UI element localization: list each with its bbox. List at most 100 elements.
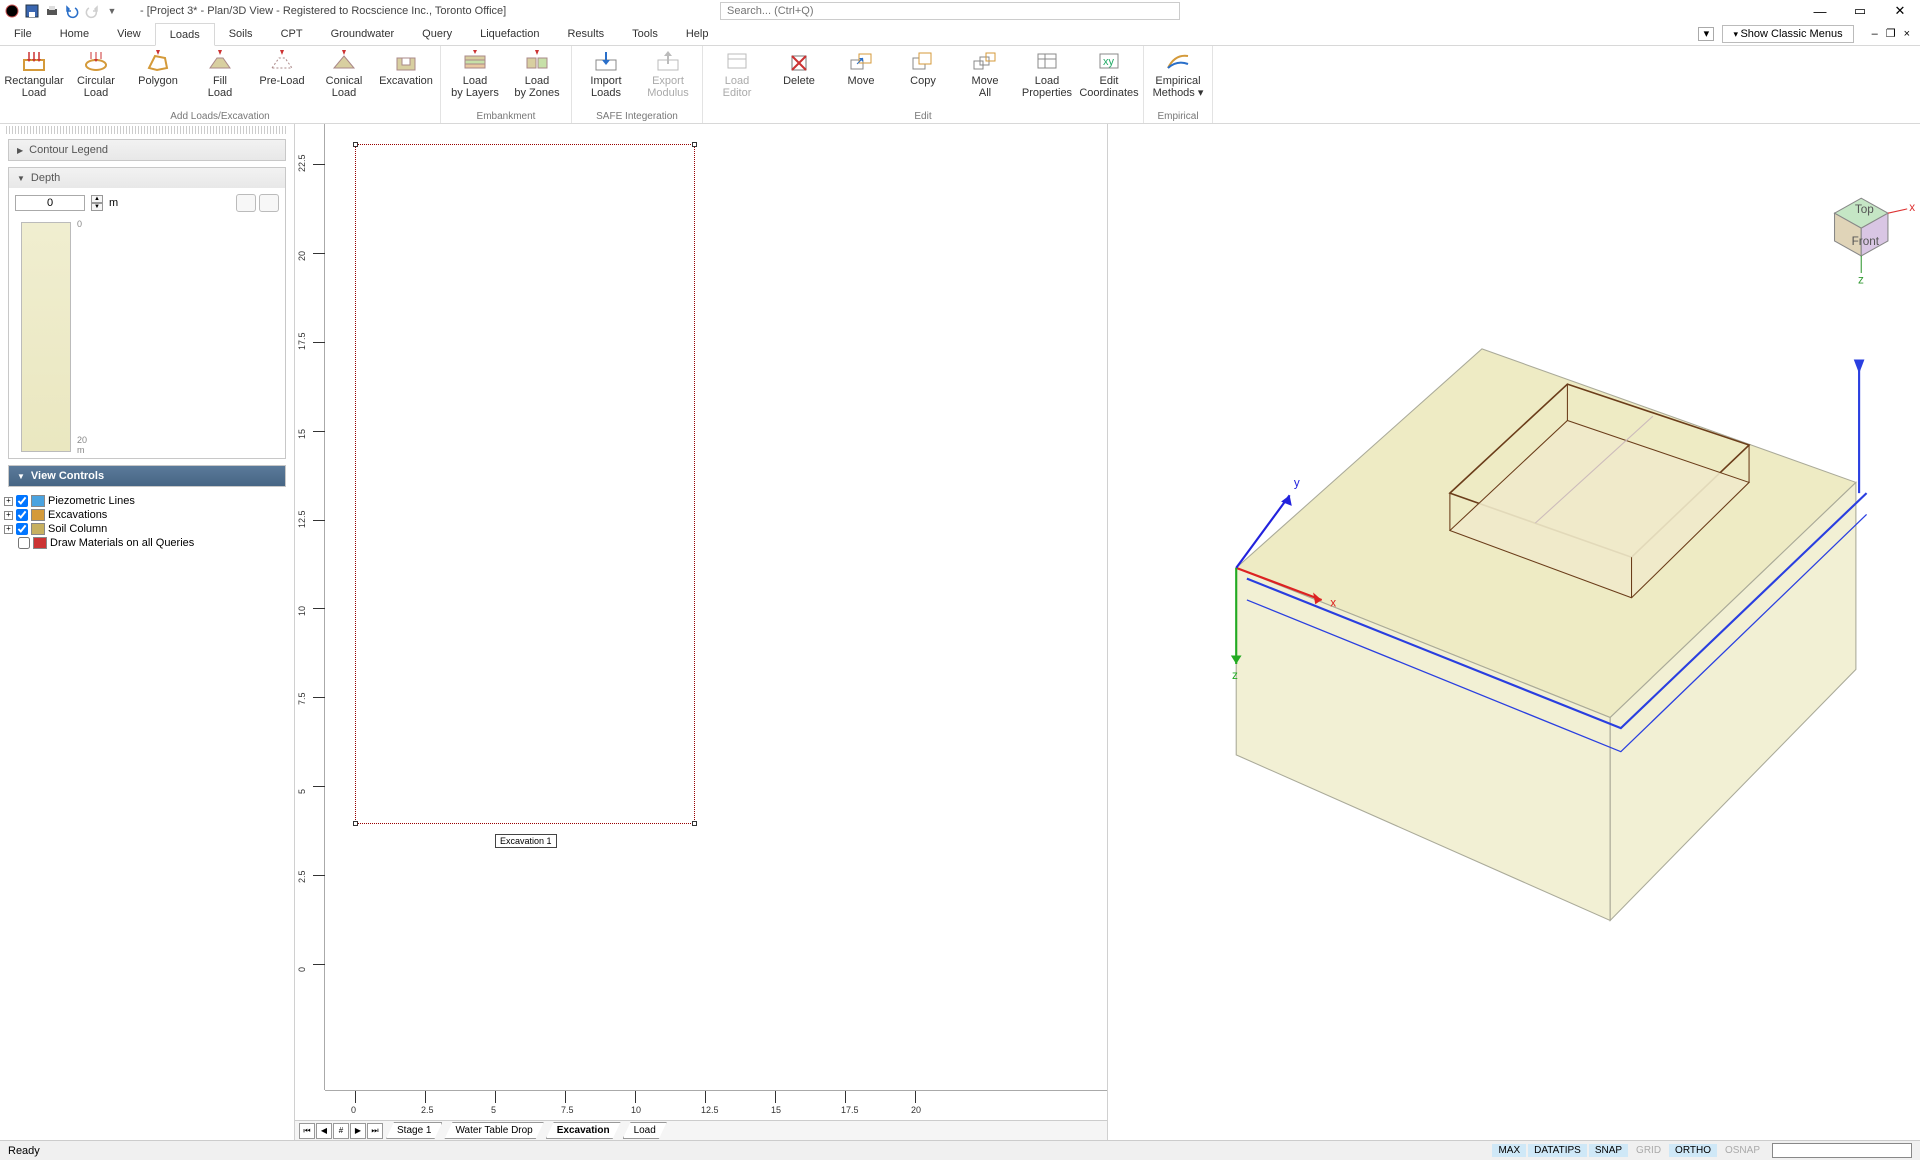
tab-soils[interactable]: Soils: [215, 22, 267, 45]
depth-gauge[interactable]: 0 20 m: [21, 222, 71, 452]
redo-icon[interactable]: [84, 3, 100, 19]
tab-results[interactable]: Results: [553, 22, 618, 45]
ribbon-pre-load[interactable]: Pre-Load: [254, 48, 310, 110]
depth-unit: m: [109, 197, 118, 209]
maximize-button[interactable]: ▭: [1840, 0, 1880, 22]
expand-icon[interactable]: +: [4, 511, 13, 520]
ribbon-label: MoveAll: [972, 75, 999, 99]
tab-next[interactable]: ▶: [350, 1123, 366, 1139]
status-max[interactable]: MAX: [1492, 1144, 1526, 1157]
plan-canvas[interactable]: 02.557.51012.51517.52022.5 Excavation 1 …: [295, 124, 1107, 1120]
tree-item[interactable]: +Excavations: [4, 508, 290, 522]
ribbon-move[interactable]: Move: [833, 48, 889, 110]
depth-down[interactable]: ▼: [91, 203, 103, 211]
tab-hash[interactable]: #: [333, 1123, 349, 1139]
undo-icon[interactable]: [64, 3, 80, 19]
tree-checkbox[interactable]: [16, 509, 28, 521]
load-by-zones-icon: [524, 50, 550, 72]
ribbon-move-all[interactable]: MoveAll: [957, 48, 1013, 110]
depth-tool-1[interactable]: [236, 194, 256, 212]
ribbon-edit-coordinates[interactable]: xyEditCoordinates: [1081, 48, 1137, 110]
depth-up[interactable]: ▲: [91, 195, 103, 203]
tab-tools[interactable]: Tools: [618, 22, 672, 45]
stage-tab[interactable]: Excavation: [546, 1122, 621, 1139]
search-input[interactable]: [720, 2, 1180, 20]
app-icon: [4, 3, 20, 19]
ribbon-fill-load[interactable]: FillLoad: [192, 48, 248, 110]
window-options-icon[interactable]: ▾: [1698, 27, 1714, 41]
tab-cpt[interactable]: CPT: [267, 22, 317, 45]
ribbon-polygon[interactable]: Polygon: [130, 48, 186, 110]
depth-input[interactable]: [15, 195, 85, 211]
ribbon-label: RectangularLoad: [4, 75, 63, 99]
tab-prev[interactable]: ◀: [316, 1123, 332, 1139]
mdi-close-icon[interactable]: ×: [1904, 28, 1910, 40]
expand-icon[interactable]: +: [4, 525, 13, 534]
tab-view[interactable]: View: [103, 22, 155, 45]
ribbon-load-by-zones[interactable]: Loadby Zones: [509, 48, 565, 110]
tree-item[interactable]: +Soil Column: [4, 522, 290, 536]
tab-file[interactable]: File: [0, 22, 46, 45]
mdi-minimize-icon[interactable]: –: [1872, 28, 1878, 40]
stage-tab[interactable]: Stage 1: [386, 1122, 442, 1139]
status-ortho[interactable]: ORTHO: [1669, 1144, 1717, 1157]
tree-checkbox[interactable]: [18, 537, 30, 549]
mdi-restore-icon[interactable]: ❐: [1886, 27, 1896, 40]
tab-home[interactable]: Home: [46, 22, 103, 45]
ribbon-delete[interactable]: Delete: [771, 48, 827, 110]
ribbon-load-by-layers[interactable]: Loadby Layers: [447, 48, 503, 110]
status-grid[interactable]: GRID: [1630, 1144, 1667, 1157]
status-osnap[interactable]: OSNAP: [1719, 1144, 1766, 1157]
ribbon-group-label: Edit: [709, 110, 1137, 122]
depth-label: Depth: [31, 172, 60, 184]
show-classic-menus-button[interactable]: ▾ Show Classic Menus: [1722, 25, 1853, 43]
stage-tab[interactable]: Load: [623, 1122, 667, 1139]
expand-icon[interactable]: +: [4, 497, 13, 506]
3d-view[interactable]: Front Top x z: [1108, 124, 1920, 1140]
qat-dropdown[interactable]: ▼: [104, 3, 120, 19]
tree-item[interactable]: +Piezometric Lines: [4, 494, 290, 508]
depth-header[interactable]: ▼Depth: [9, 168, 285, 188]
ribbon-excavation[interactable]: Excavation: [378, 48, 434, 110]
excavation-outline[interactable]: [355, 144, 695, 824]
tab-last[interactable]: ⏭: [367, 1123, 383, 1139]
ribbon-label: EmpiricalMethods ▾: [1153, 75, 1204, 99]
view-controls-header[interactable]: ▼View Controls: [9, 466, 285, 486]
ribbon-load-editor: LoadEditor: [709, 48, 765, 110]
ribbon-label: Loadby Layers: [451, 75, 499, 99]
ribbon-conical-load[interactable]: ConicalLoad: [316, 48, 372, 110]
close-button[interactable]: ✕: [1880, 0, 1920, 22]
status-snap[interactable]: SNAP: [1589, 1144, 1628, 1157]
tab-groundwater[interactable]: Groundwater: [317, 22, 409, 45]
tab-query[interactable]: Query: [408, 22, 466, 45]
ribbon-empirical-methods[interactable]: EmpiricalMethods ▾: [1150, 48, 1206, 110]
ribbon-import-loads[interactable]: ImportLoads: [578, 48, 634, 110]
tab-liquefaction[interactable]: Liquefaction: [466, 22, 553, 45]
ribbon-circular-load[interactable]: CircularLoad: [68, 48, 124, 110]
tab-first[interactable]: ⏮: [299, 1123, 315, 1139]
tab-loads[interactable]: Loads: [155, 23, 215, 46]
ribbon-label: Copy: [910, 75, 936, 87]
status-datatips[interactable]: DATATIPS: [1528, 1144, 1587, 1157]
save-icon[interactable]: [24, 3, 40, 19]
stage-tab[interactable]: Water Table Drop: [444, 1122, 543, 1139]
tree-checkbox[interactable]: [16, 523, 28, 535]
excavation-icon: [393, 50, 419, 72]
tree-checkbox[interactable]: [16, 495, 28, 507]
tab-help[interactable]: Help: [672, 22, 723, 45]
ribbon-rectangular-load[interactable]: RectangularLoad: [6, 48, 62, 110]
view-cube[interactable]: Front Top x z: [1835, 198, 1916, 286]
gauge-bottom-label: 20 m: [77, 435, 87, 455]
command-input[interactable]: [1772, 1143, 1912, 1158]
ribbon-label: ExportModulus: [647, 75, 689, 99]
depth-tool-lock[interactable]: [259, 194, 279, 212]
side-panel: ▶Contour Legend ▼Depth ▲▼ m 0 20 m: [0, 124, 295, 1140]
contour-legend-header[interactable]: ▶Contour Legend: [9, 140, 285, 160]
minimize-button[interactable]: —: [1800, 0, 1840, 22]
ribbon-copy[interactable]: Copy: [895, 48, 951, 110]
panel-grip[interactable]: [6, 126, 288, 134]
ribbon-load-properties[interactable]: LoadProperties: [1019, 48, 1075, 110]
tree-item[interactable]: Draw Materials on all Queries: [4, 536, 290, 550]
move-all-icon: [972, 50, 998, 72]
print-icon[interactable]: [44, 3, 60, 19]
